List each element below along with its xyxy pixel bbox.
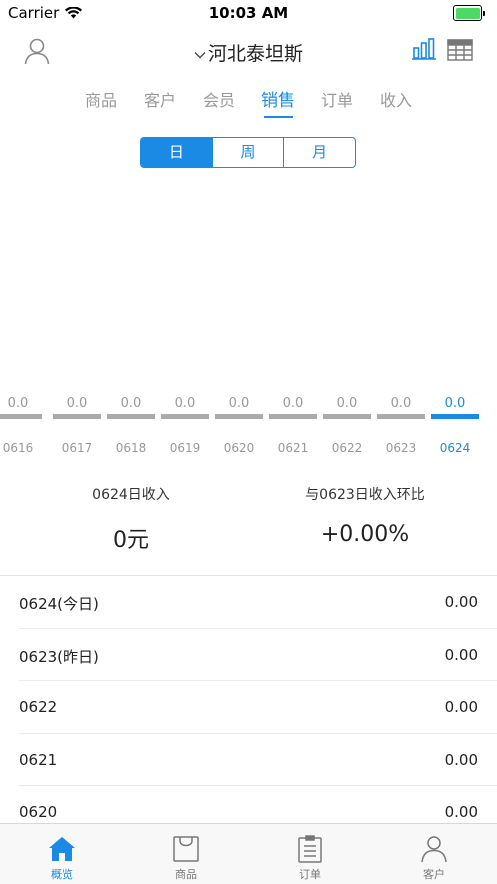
list-item-date: 0623(昨日): [19, 647, 99, 666]
list-item-date: 0624(今日): [19, 595, 99, 613]
bar-value: 0.0: [282, 396, 304, 411]
bar-date: 0622: [331, 441, 363, 455]
bar-mark: [269, 414, 317, 419]
period-segmented-control: 日 周 月: [140, 137, 356, 168]
segment-day[interactable]: 日: [141, 138, 212, 167]
daily-income-list: 0624(今日) 0.00 0623(昨日) 0.00 0622 0.00 06…: [0, 576, 497, 823]
page-title: 河北泰坦斯: [207, 43, 303, 65]
tabbar-overview[interactable]: 概览: [0, 824, 124, 884]
bar-date: 0617: [61, 441, 93, 455]
battery-icon: [453, 5, 485, 21]
income-summary: 0624日收入 0元 与0623日收入环比 +0.00%: [0, 475, 497, 565]
bar-value: 0.0: [120, 396, 142, 411]
list-item-amount: 0.00: [444, 645, 478, 664]
tabbar-label: 概览: [51, 868, 73, 881]
income-comparison-label: 与0623日收入环比: [305, 487, 425, 503]
bar-value: 0.0: [174, 396, 196, 411]
bar-value: 0.0: [390, 396, 412, 411]
daily-income-block: 0624日收入 0元: [7, 475, 255, 554]
bar-value: 0.0: [444, 396, 466, 411]
person-icon: [421, 836, 447, 863]
bar-mark: [377, 414, 425, 419]
table-icon[interactable]: [447, 39, 473, 65]
tab-customers[interactable]: 客户: [140, 87, 180, 111]
bottom-tab-bar: 概览 商品 订单 客户: [0, 823, 497, 884]
tabbar-products[interactable]: 商品: [124, 824, 248, 884]
daily-bar-strip[interactable]: 0.0 0616 0.0 0617 0.0 0618 0.0 0619 0.0 …: [0, 380, 497, 460]
status-bar: Carrier 10:03 AM: [0, 0, 497, 26]
bar-date: 0621: [277, 441, 309, 455]
tabbar-orders[interactable]: 订单: [248, 824, 372, 884]
shopping-bag-icon: [173, 836, 199, 862]
bar-mark: [53, 414, 101, 419]
list-item[interactable]: 0624(今日) 0.00: [0, 576, 497, 629]
list-item[interactable]: 0622 0.00: [0, 681, 497, 734]
bar-value: 0.0: [66, 396, 88, 411]
list-item[interactable]: 0621 0.00: [0, 734, 497, 787]
list-item-amount: 0.00: [444, 593, 478, 611]
bar-date: 0618: [115, 441, 147, 455]
tabbar-label: 商品: [175, 868, 197, 881]
bar-mark: [161, 414, 209, 419]
list-item-date: 0621: [19, 750, 58, 769]
bar-mark: [107, 414, 155, 419]
nav-bar: 河北泰坦斯: [0, 26, 497, 78]
list-item-amount: 0.00: [444, 698, 478, 717]
chevron-down-icon: [194, 51, 206, 58]
bar-date: 0616: [2, 441, 34, 455]
tabbar-label: 客户: [423, 868, 445, 881]
tab-income[interactable]: 收入: [376, 87, 416, 111]
bar-mark: [215, 414, 263, 419]
bar-value: 0.0: [336, 396, 358, 411]
category-tabs: 商品 客户 会员 销售 订单 收入: [0, 78, 497, 122]
list-item-amount: 0.00: [444, 750, 478, 769]
daily-income-value: 0元: [113, 528, 149, 553]
list-item[interactable]: 0620 0.00: [0, 786, 497, 823]
income-comparison-block: 与0623日收入环比 +0.00%: [241, 475, 489, 547]
bar-mark: [0, 414, 42, 419]
tab-sales[interactable]: 销售: [258, 86, 298, 111]
bar-value: 0.0: [7, 396, 29, 411]
list-item-date: 0620: [19, 803, 58, 822]
list-item-date: 0622: [19, 698, 58, 717]
bar-mark: [431, 414, 479, 419]
tab-products[interactable]: 商品: [81, 87, 121, 111]
bar-mark: [323, 414, 371, 419]
bar-date: 0623: [385, 441, 417, 455]
bar-date: 0619: [169, 441, 201, 455]
clipboard-icon: [298, 835, 322, 863]
tab-orders[interactable]: 订单: [317, 87, 357, 111]
tabbar-customers[interactable]: 客户: [372, 824, 496, 884]
home-icon: [49, 837, 75, 861]
bar-chart-icon[interactable]: [412, 38, 436, 64]
segment-week[interactable]: 周: [211, 138, 284, 167]
segment-month[interactable]: 月: [283, 138, 355, 167]
list-item-amount: 0.00: [444, 803, 478, 822]
bar-date: 0620: [223, 441, 255, 455]
tab-members[interactable]: 会员: [199, 87, 239, 111]
tabbar-label: 订单: [299, 868, 321, 881]
income-comparison-value: +0.00%: [320, 522, 410, 547]
status-time: 10:03 AM: [208, 4, 289, 22]
list-item[interactable]: 0623(昨日) 0.00: [0, 629, 497, 682]
bar-date: 0624: [439, 441, 471, 455]
bar-value: 0.0: [228, 396, 250, 411]
daily-income-label: 0624日收入: [92, 487, 170, 503]
active-tab-indicator: [264, 116, 293, 118]
